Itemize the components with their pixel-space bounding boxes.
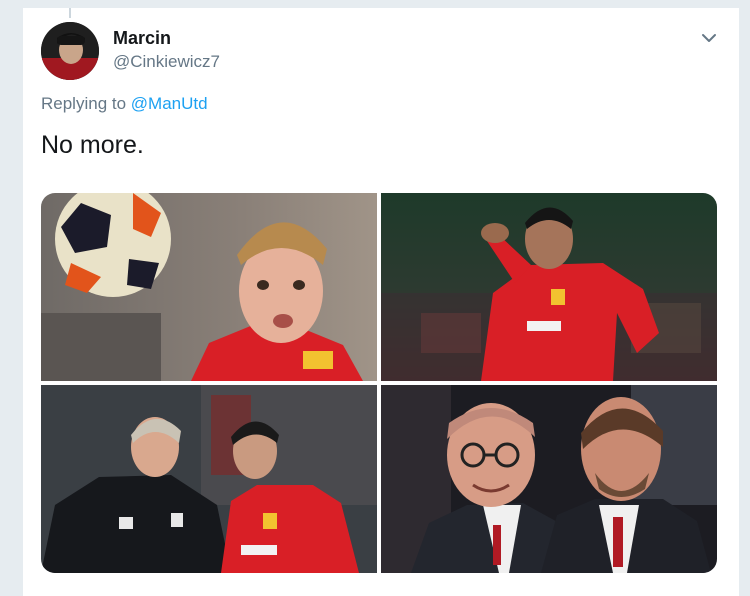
media-photo-4[interactable] — [381, 385, 717, 573]
media-photo-1[interactable] — [41, 193, 377, 381]
chevron-down-icon[interactable] — [697, 26, 721, 50]
thread-connector-line — [69, 8, 71, 18]
tweet-text: No more. — [41, 131, 144, 159]
replying-to: Replying to @ManUtd — [41, 94, 208, 114]
media-grid — [41, 193, 717, 573]
tweet-card[interactable]: Marcin @Cinkiewicz7 Replying to @ManUtd … — [22, 8, 740, 596]
replying-prefix: Replying to — [41, 94, 127, 113]
media-photo-2[interactable] — [381, 193, 717, 381]
avatar[interactable] — [41, 22, 99, 80]
mention-link[interactable]: @ManUtd — [131, 94, 208, 113]
author-name[interactable]: Marcin — [113, 28, 171, 49]
media-photo-3[interactable] — [41, 385, 377, 573]
author-handle[interactable]: @Cinkiewicz7 — [113, 52, 220, 72]
